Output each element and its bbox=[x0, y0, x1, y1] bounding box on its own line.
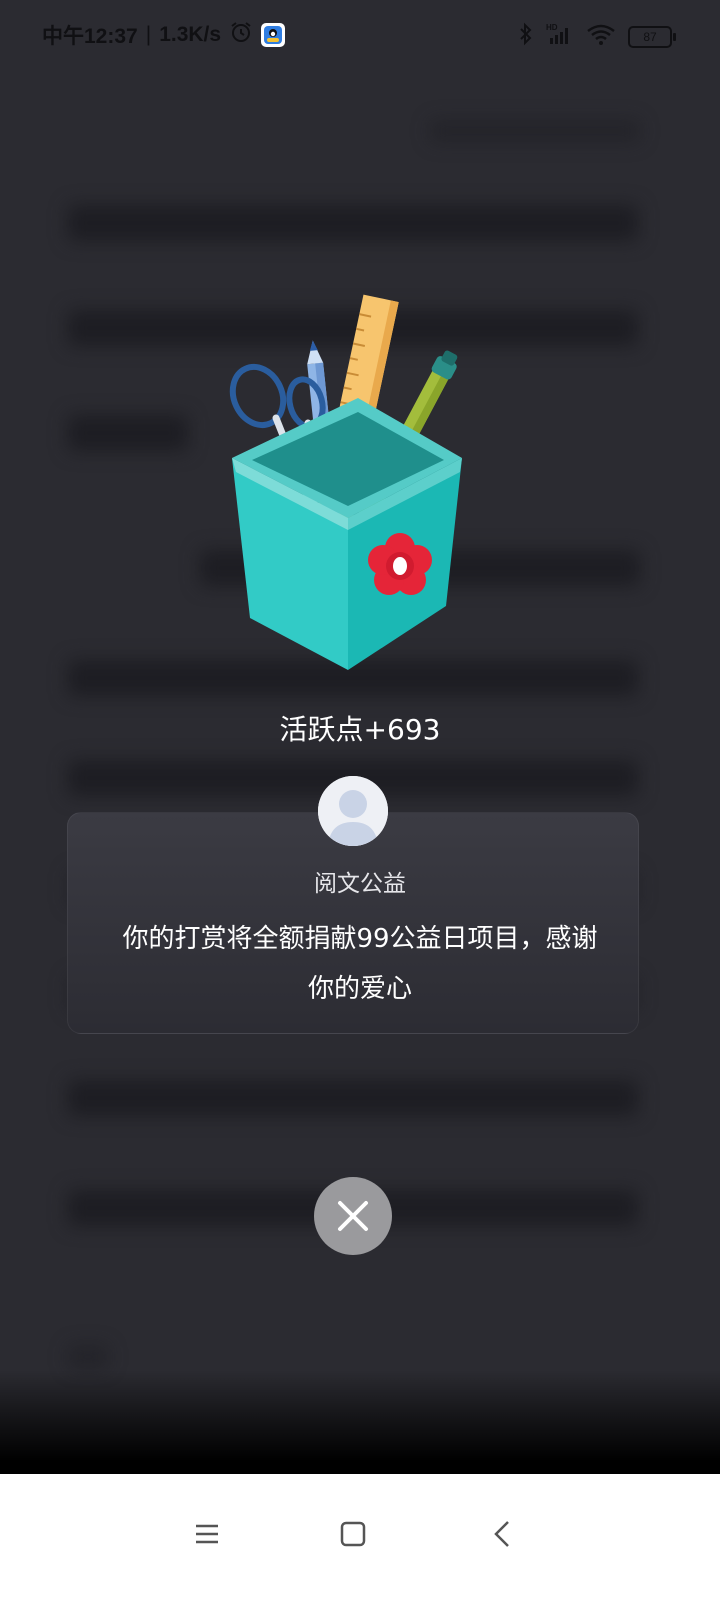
background-page bbox=[0, 0, 720, 1500]
points-earned-text: 活跃点+693 bbox=[279, 713, 441, 746]
status-separator: | bbox=[145, 23, 152, 46]
source-name: 阅文公益 bbox=[314, 871, 406, 897]
donation-message: 你的打赏将全额捐献99公益日项目，感谢你的爱心 bbox=[122, 924, 598, 1004]
status-bar: 中午12:37 | 1.3K/s HD 87 bbox=[0, 0, 720, 70]
pen-holder-illustration bbox=[218, 288, 478, 678]
home-button[interactable] bbox=[323, 1504, 383, 1564]
wifi-icon bbox=[586, 22, 616, 51]
avatar bbox=[318, 776, 388, 846]
status-left: 中午12:37 | 1.3K/s bbox=[42, 20, 286, 50]
alarm-icon bbox=[229, 20, 253, 50]
status-time: 中午12:37 bbox=[42, 25, 138, 48]
close-icon bbox=[338, 1201, 368, 1231]
back-icon bbox=[494, 1521, 509, 1547]
blurred-content bbox=[0, 0, 720, 1500]
battery-icon: 87 bbox=[628, 25, 676, 48]
menu-button[interactable] bbox=[177, 1504, 237, 1564]
home-icon bbox=[340, 1521, 366, 1547]
status-right: HD 87 bbox=[518, 22, 676, 51]
navigation-bar bbox=[0, 1474, 720, 1600]
close-button[interactable] bbox=[314, 1177, 392, 1255]
network-speed: 1.3K/s bbox=[159, 23, 222, 46]
menu-icon bbox=[196, 1524, 218, 1544]
default-avatar-icon bbox=[318, 776, 388, 846]
screen: 中午12:37 | 1.3K/s HD 87 活跃点+693 阅文公益 你的打赏… bbox=[0, 0, 720, 1600]
app-notification-icon bbox=[261, 23, 286, 47]
svg-text:HD: HD bbox=[546, 23, 558, 32]
hd-signal-icon: HD bbox=[546, 22, 574, 51]
back-button[interactable] bbox=[472, 1504, 532, 1564]
bluetooth-icon bbox=[518, 22, 534, 51]
